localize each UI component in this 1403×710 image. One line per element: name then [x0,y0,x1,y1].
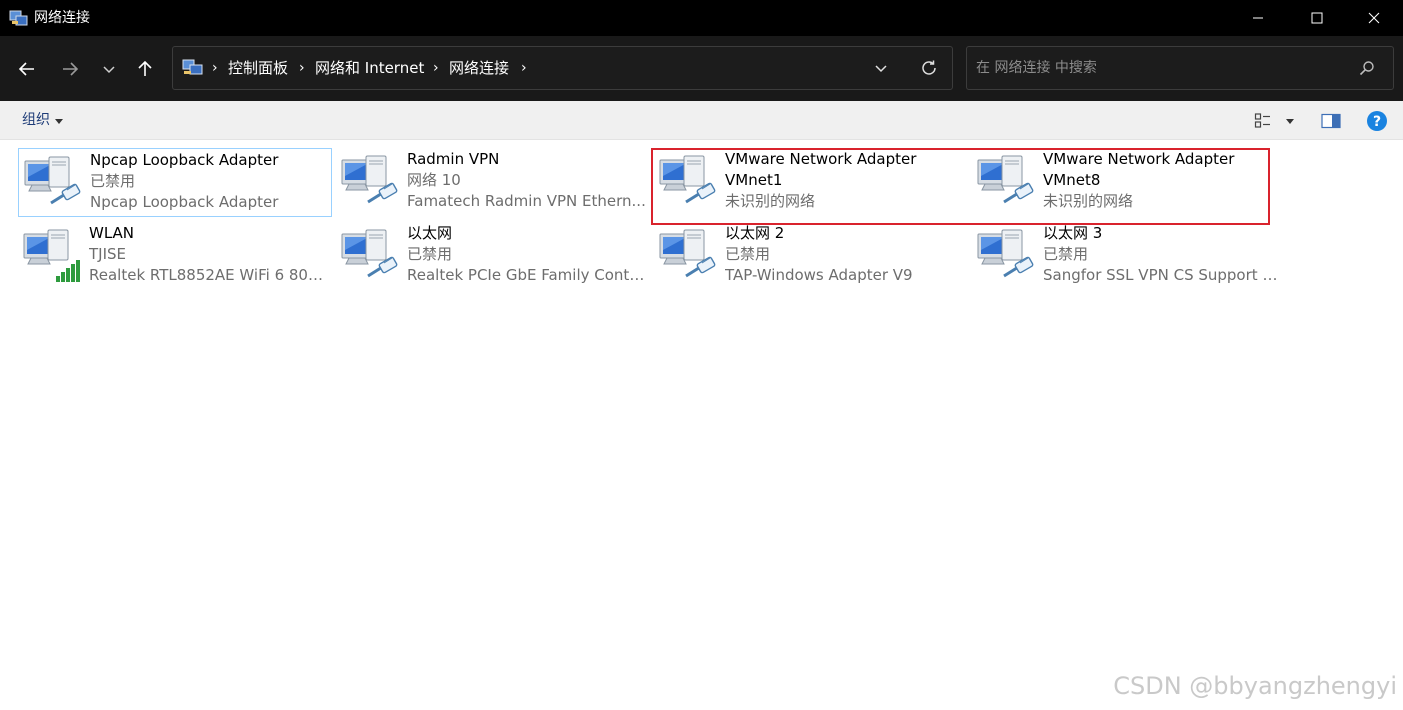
adapter-status: 已禁用 [1043,245,1089,263]
arrow-right-icon [63,62,79,76]
breadcrumb-separator: › [212,60,218,76]
adapter-device: Npcap Loopback Adapter [90,193,279,211]
adapter-name: 以太网 [407,224,453,242]
adapter-device: Sangfor SSL VPN CS Support S... [1043,266,1283,284]
adapter-device: Realtek RTL8852AE WiFi 6 802.... [89,266,329,284]
network-adapter-icon [24,156,81,205]
adapter-status: TJISE [89,245,127,263]
search-input[interactable] [976,47,1346,89]
search-box[interactable] [966,46,1394,90]
network-adapter-icon [659,229,716,278]
change-view-button[interactable] [1252,110,1274,132]
adapter-status: VMnet1 [725,171,783,189]
adapter-item[interactable]: VMware Network Adapter VMnet8 未识别的网络 [972,148,1286,217]
svg-text:?: ? [1373,114,1381,130]
navigation-bar: › 控制面板 › 网络和 Internet › 网络连接 › [0,36,1403,101]
adapter-name: WLAN [89,224,135,242]
address-history-button[interactable] [868,56,894,80]
up-button[interactable] [128,52,162,86]
adapter-device: Realtek PCIe GbE Family Contr... [407,266,647,284]
arrow-left-icon [18,62,34,76]
organize-menu-button[interactable]: 组织 [22,110,63,130]
watermark: CSDN @bbyangzhengyi [1113,672,1397,700]
caret-down-icon [55,118,63,124]
adapter-name: VMware Network Adapter [1043,150,1235,168]
view-menu-button[interactable] [1279,110,1301,132]
network-adapter-icon [341,229,398,278]
maximize-icon [1311,12,1323,24]
address-bar[interactable]: › 控制面板 › 网络和 Internet › 网络连接 › [172,46,953,90]
command-bar: 组织 ? [0,101,1403,140]
adapter-device: TAP-Windows Adapter V9 [725,266,913,284]
network-adapter-icon [23,229,80,282]
chevron-down-icon [875,65,887,73]
help-icon: ? [1367,111,1387,131]
maximize-button[interactable] [1288,0,1346,36]
adapter-status: 已禁用 [725,245,771,263]
adapter-item[interactable]: 以太网 3 已禁用 Sangfor SSL VPN CS Support S... [972,222,1286,291]
network-adapter-icon [977,155,1034,204]
preview-pane-button[interactable] [1320,110,1342,132]
forward-button[interactable] [53,52,87,86]
breadcrumb-separator: › [433,60,439,76]
caret-down-icon [1286,119,1294,124]
adapter-name: 以太网 3 [1043,224,1103,242]
adapter-status: 已禁用 [407,245,453,263]
refresh-icon [922,60,936,75]
chevron-down-icon [103,66,115,74]
close-button[interactable] [1345,0,1403,36]
back-button[interactable] [10,52,44,86]
signal-bars-icon [56,260,80,282]
minimize-button[interactable] [1229,0,1287,36]
arrow-up-icon [138,60,152,76]
adapter-device: 未识别的网络 [725,192,816,210]
adapter-device: 未识别的网络 [1043,192,1134,210]
adapter-status: VMnet8 [1043,171,1101,189]
view-options-icon [1254,113,1270,128]
adapter-status: 网络 10 [407,171,461,189]
network-adapter-icon [977,229,1034,278]
adapter-name: VMware Network Adapter [725,150,917,168]
adapter-item[interactable]: 以太网 2 已禁用 TAP-Windows Adapter V9 [654,222,968,291]
adapter-name: Npcap Loopback Adapter [90,151,279,169]
connections-list: Npcap Loopback Adapter 已禁用 Npcap Loopback … [0,140,1403,710]
adapter-status: 已禁用 [90,172,136,190]
adapter-name: Radmin VPN [407,150,500,168]
network-connections-icon [9,10,28,26]
recent-locations-button[interactable] [92,52,126,86]
preview-pane-icon [1321,113,1341,129]
adapter-device: Famatech Radmin VPN Ethern... [407,192,646,210]
adapter-item[interactable]: WLAN TJISE Realtek RTL8852AE WiFi 6 802...… [18,222,332,291]
organize-label: 组织 [22,112,50,128]
network-adapter-icon [659,155,716,204]
minimize-icon [1253,17,1263,19]
window-title: 网络连接 [34,10,90,26]
network-adapter-icon [341,155,398,204]
adapter-item[interactable]: 以太网已禁用 Realtek PCIe GbE Family Contr... [336,222,650,291]
breadcrumb-separator: › [299,60,305,76]
adapter-item[interactable]: Npcap Loopback Adapter 已禁用 Npcap Loopback … [18,148,332,217]
breadcrumb-separator: › [521,60,527,76]
breadcrumb-network-connections[interactable]: 网络连接 [449,47,509,89]
refresh-button[interactable] [916,56,942,80]
adapter-name: 以太网 2 [725,224,785,242]
breadcrumb-network-internet[interactable]: 网络和 Internet [315,47,424,89]
adapter-item[interactable]: Radmin VPN 网络 10 Famatech Radmin VPN Ether… [336,148,650,217]
breadcrumb-control-panel[interactable]: 控制面板 [228,47,288,89]
help-button[interactable]: ? [1366,110,1388,132]
close-icon [1368,12,1380,24]
network-location-icon [182,59,203,75]
title-bar: 网络连接 [0,0,1403,36]
adapter-item[interactable]: VMware Network Adapter VMnet1 未识别的网络 [654,148,968,217]
search-icon [1359,61,1374,76]
